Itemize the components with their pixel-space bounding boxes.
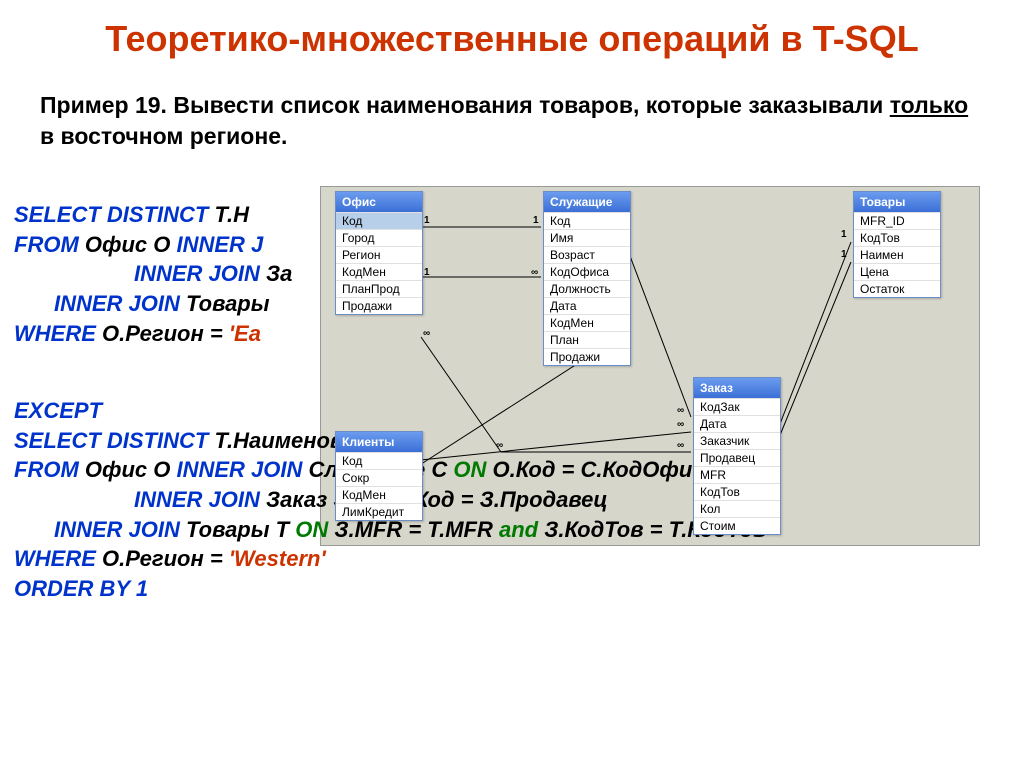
kw-orderby: ORDER BY 1 [14, 574, 1014, 604]
kw-inner: INNER JOIN [54, 291, 186, 316]
cond: О.Код = С.КодОфиса [493, 457, 717, 482]
tbl: За [266, 261, 292, 286]
str: 'Ea [229, 321, 261, 346]
table-sluzhashie: Служащие Код Имя Возраст КодОфиса Должно… [543, 191, 631, 366]
kw-from: FROM [14, 232, 85, 257]
kw-on: ON [447, 457, 492, 482]
col: Т.Н [214, 202, 249, 227]
field: КодТов [854, 229, 940, 246]
field: КодМен [544, 314, 630, 331]
kw-inner: INNER JOIN [54, 517, 186, 542]
cond: О.Регион = [102, 321, 229, 346]
card-one: 1 [841, 229, 847, 240]
example-after: в восточном регионе. [40, 123, 287, 149]
table-header: Клиенты [336, 432, 422, 452]
kw-select: SELECT DISTINCT [14, 428, 214, 453]
field: Город [336, 229, 422, 246]
table-ofis: Офис Код Город Регион КодМен ПланПрод Пр… [335, 191, 423, 315]
field: MFR_ID [854, 212, 940, 229]
card-inf: ∞ [677, 419, 684, 430]
field: Заказчик [694, 432, 780, 449]
example-only: только [890, 92, 968, 118]
field: КодТов [694, 483, 780, 500]
card-inf: ∞ [677, 440, 684, 451]
kw-and: and [493, 517, 544, 542]
field: Стоим [694, 517, 780, 534]
field: КодМен [336, 263, 422, 280]
field: Код [544, 212, 630, 229]
table-zakaz: Заказ КодЗак Дата Заказчик Продавец MFR … [693, 377, 781, 535]
field: Сокр [336, 469, 422, 486]
field: ПланПрод [336, 280, 422, 297]
card-one: 1 [424, 215, 430, 226]
field: Дата [544, 297, 630, 314]
kw-inner: INNER JOIN [134, 487, 266, 512]
card-inf: ∞ [423, 328, 430, 339]
table-header: Служащие [544, 192, 630, 212]
field: MFR [694, 466, 780, 483]
tbl: Товары Т [186, 517, 289, 542]
field: Продажи [544, 348, 630, 365]
card-inf: ∞ [531, 267, 538, 278]
table-header: Заказ [694, 378, 780, 398]
field: Код [336, 212, 422, 229]
field: Имя [544, 229, 630, 246]
card-one: 1 [424, 267, 430, 278]
field: Остаток [854, 280, 940, 297]
table-header: Товары [854, 192, 940, 212]
table-header: Офис [336, 192, 422, 212]
tbl: Офис О [85, 232, 170, 257]
field: КодМен [336, 486, 422, 503]
table-tovary: Товары MFR_ID КодТов Наимен Цена Остаток [853, 191, 941, 298]
field: Продажи [336, 297, 422, 314]
field: Регион [336, 246, 422, 263]
str: 'Western' [229, 546, 326, 571]
kw-on: ON [289, 517, 334, 542]
field: Возраст [544, 246, 630, 263]
field: КодЗак [694, 398, 780, 415]
kw-except: EXCEPT [14, 396, 1014, 426]
kw-inner: INNER JOIN [134, 261, 266, 286]
kw-select: SELECT DISTINCT [14, 202, 214, 227]
field: КодОфиса [544, 263, 630, 280]
tbl: Офис О [85, 457, 170, 482]
card-one: 1 [841, 249, 847, 260]
kw-inner: INNER J [170, 232, 263, 257]
example-num: Пример 19. [40, 92, 167, 118]
table-klienty: Клиенты Код Сокр КодМен ЛимКредит [335, 431, 423, 521]
tbl: Товары [186, 291, 270, 316]
cond: С.Код = З.Продавец [393, 487, 608, 512]
field: План [544, 331, 630, 348]
card-one: 1 [533, 215, 539, 226]
cond: О.Регион = [102, 546, 229, 571]
card-inf: ∞ [677, 405, 684, 416]
sql-query-2: EXCEPT SELECT DISTINCT Т.Наименование FR… [14, 396, 1014, 604]
field: Дата [694, 415, 780, 432]
field: ЛимКредит [336, 503, 422, 520]
card-inf: ∞ [496, 440, 503, 451]
field: Код [336, 452, 422, 469]
kw-inner: INNER JOIN [170, 457, 308, 482]
field: Продавец [694, 449, 780, 466]
kw-where: WHERE [14, 321, 102, 346]
kw-where: WHERE [14, 546, 102, 571]
field: Должность [544, 280, 630, 297]
example-text: Пример 19. Вывести список наименования т… [40, 90, 984, 152]
kw-from: FROM [14, 457, 85, 482]
example-main: Вывести список наименования товаров, кот… [167, 92, 890, 118]
slide-title: Теоретико-множественные операций в T-SQL [0, 18, 1024, 60]
field: Кол [694, 500, 780, 517]
field: Цена [854, 263, 940, 280]
field: Наимен [854, 246, 940, 263]
